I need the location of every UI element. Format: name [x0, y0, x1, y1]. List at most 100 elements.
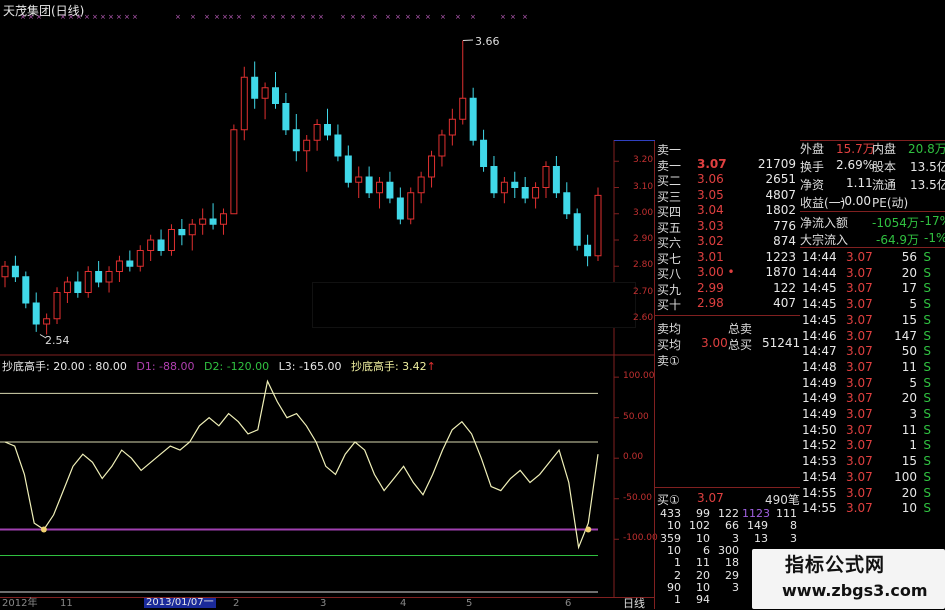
axis-top-border [614, 140, 655, 141]
tick-row[interactable]: 14:46 3.07 147 S [800, 329, 945, 345]
buy-queue-cell: 10 [696, 531, 710, 545]
tick-row[interactable]: 14:49 3.07 20 S [800, 391, 945, 407]
orderbook-row[interactable]: 买四 3.04 1802 [655, 203, 800, 219]
ind-tick-3: -50.00 [623, 492, 653, 503]
sell1-marker-row: 卖① [655, 352, 800, 368]
candle-body-21 [219, 213, 227, 225]
orderbook-row-price: 3.01 [697, 249, 724, 264]
orderbook-row[interactable]: 买六 3.02 874 [655, 234, 800, 250]
orderbook-row[interactable]: 买七 3.01 1223 [655, 249, 800, 266]
tick-volume: 147 [894, 328, 917, 343]
empty-area [533, 0, 945, 140]
tick-volume: 15 [901, 312, 917, 327]
marker-9: × [108, 13, 114, 21]
buy-queue-row: 433 99 122 1123 111 [655, 507, 800, 520]
orderbook-row[interactable]: 买五 3.03 776 [655, 219, 800, 235]
orderbook-row[interactable]: 买三 3.05 4807 [655, 188, 800, 204]
marker-24: × [290, 13, 296, 21]
x-axis: 2012年 11 2013/01/07一 2 3 4 5 6 日线 [0, 597, 655, 610]
candle-body-49 [511, 181, 519, 188]
info-row-netasset: 净资 1.11 流通 13.5亿 [800, 176, 945, 192]
orderbook-row[interactable]: 买十 2.98 407 [655, 296, 800, 312]
candle-body-22 [230, 129, 238, 215]
tick-row[interactable]: 14:50 3.07 11 S [800, 423, 945, 439]
tick-direction: S [923, 485, 931, 500]
tick-volume: 11 [901, 359, 917, 374]
period-selector[interactable]: 日线 [623, 598, 645, 609]
tick-row[interactable]: 14:53 3.07 15 S [800, 454, 945, 470]
tick-price: 3.07 [846, 422, 873, 437]
tick-row[interactable]: 14:49 3.07 5 S [800, 376, 945, 392]
marker-27: × [318, 13, 324, 21]
buy-queue-cell: 433 [660, 507, 681, 520]
netflow-label: 净流入额 [800, 216, 849, 230]
tick-direction: S [923, 344, 931, 359]
tick-row[interactable]: 14:55 3.07 10 S [800, 501, 945, 517]
orderbook-row-price: 3.07 [697, 156, 727, 171]
marker-3: × [60, 13, 66, 21]
indicator-legend: 抄底高手: 20.00 : 80.00 D1: -88.00 D2: -120.… [2, 361, 436, 372]
tick-row[interactable]: 14:47 3.07 50 S [800, 344, 945, 360]
tick-row[interactable]: 14:55 3.07 20 S [800, 486, 945, 502]
candle-body-17 [178, 229, 186, 236]
buy-queue-header: 买① 3.07 490笔 [655, 491, 800, 507]
buy-queue-cell: 10 [696, 580, 710, 594]
buy-queue-cell: 1123 [742, 507, 770, 520]
marker-32: × [385, 13, 391, 21]
buy-queue-cell: 359 [660, 531, 681, 545]
candle-body-3 [32, 302, 40, 325]
tick-time: 14:50 [802, 422, 837, 437]
tick-price: 3.07 [846, 454, 873, 469]
orderbook-row[interactable]: 买八 3.00 • 1870 [655, 265, 800, 281]
pe-label: PE(动) [872, 196, 909, 210]
candle-body-45 [469, 97, 477, 141]
candle-body-53 [552, 166, 560, 194]
price-tick-6: 2.60 [633, 312, 654, 323]
candle-body-26 [271, 87, 279, 104]
high-label: 3.66 [475, 35, 500, 48]
tick-time: 14:55 [802, 501, 837, 516]
buy-queue-cell: 111 [776, 507, 797, 520]
candle-body-50 [521, 187, 529, 199]
tick-row[interactable]: 14:54 3.07 100 S [800, 470, 945, 486]
tick-time: 14:49 [802, 391, 837, 406]
marker-17: × [222, 13, 228, 21]
tick-row[interactable]: 14:44 3.07 56 S [800, 250, 945, 266]
tick-direction: S [923, 375, 931, 390]
orderbook-row-label: 买六 [657, 236, 682, 250]
buy-queue-cell: 11 [696, 556, 710, 570]
tick-price: 3.07 [846, 375, 873, 390]
tick-time: 14:45 [802, 297, 837, 312]
orderbook-row[interactable]: 买二 3.06 2651 [655, 172, 800, 188]
tick-row[interactable]: 14:45 3.07 5 S [800, 297, 945, 313]
tick-row[interactable]: 14:49 3.07 3 S [800, 407, 945, 423]
orderbook-row-label: 买五 [657, 220, 682, 235]
orderbook-row[interactable]: 卖一 3.07 21709 [655, 156, 800, 173]
candle-body-1 [11, 265, 19, 278]
tick-row[interactable]: 14:45 3.07 17 S [800, 281, 945, 297]
avg-buy-price: 3.00 [701, 336, 728, 350]
buy-queue-count: 490笔 [765, 493, 800, 507]
candle-body-25 [261, 87, 269, 99]
buy-queue-cell: 1 [674, 593, 681, 607]
tick-row[interactable]: 14:52 3.07 1 S [800, 438, 945, 454]
candle-body-57 [594, 194, 602, 257]
candle-body-8 [84, 271, 92, 293]
candle-body-18 [188, 223, 196, 236]
buy-queue-cell: 20 [696, 568, 710, 582]
buy-queue-cell: 90 [667, 580, 681, 594]
candle-body-36 [376, 181, 384, 194]
buyqueue-divider [655, 487, 800, 488]
tick-row[interactable]: 14:48 3.07 11 S [800, 360, 945, 376]
marker-4: × [68, 13, 74, 21]
turnover-value: 2.69% [836, 158, 875, 172]
orderbook-row[interactable]: 买九 2.99 122 [655, 281, 800, 297]
orderbook-row-label: 买四 [657, 205, 682, 219]
info-row-outer: 外盘 15.7万 内盘 20.8万 [800, 140, 945, 156]
ind-tick-1: 50.00 [623, 411, 649, 422]
tick-row[interactable]: 14:45 3.07 15 S [800, 313, 945, 329]
tick-volume: 17 [901, 281, 917, 296]
candle-body-14 [147, 239, 155, 251]
orderbook-row[interactable]: 卖一 [655, 141, 800, 157]
tick-row[interactable]: 14:44 3.07 20 S [800, 266, 945, 282]
